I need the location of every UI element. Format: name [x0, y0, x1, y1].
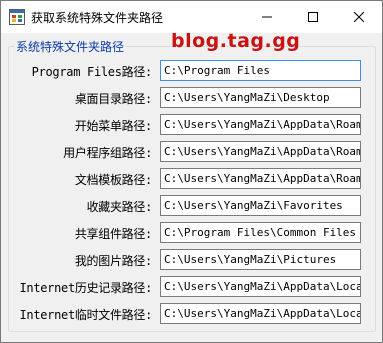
maximize-button[interactable] — [290, 1, 336, 33]
start-menu-path-field[interactable]: C:\Users\YangMaZi\AppData\Roaming — [160, 114, 361, 135]
templates-path-field[interactable]: C:\Users\YangMaZi\AppData\Roaming — [160, 168, 361, 189]
label-common-files: 共享组件路径: — [74, 227, 152, 241]
maximize-icon — [308, 12, 318, 22]
main-window: 获取系统特殊文件夹路径 系统特殊文件夹路径 blog.tag.gg Progra… — [0, 0, 383, 343]
title-bar[interactable]: 获取系统特殊文件夹路径 — [1, 1, 382, 33]
minimize-button[interactable] — [244, 1, 290, 33]
label-start-menu: 开始菜单路径: — [74, 119, 152, 133]
window-title: 获取系统特殊文件夹路径 — [31, 11, 164, 25]
watermark-text: blog.tag.gg — [171, 30, 301, 52]
close-icon — [354, 12, 364, 22]
label-internet-history: Internet历史记录路径: — [19, 281, 152, 295]
label-program-files: Program Files路径: — [31, 65, 153, 79]
programs-path-field[interactable]: C:\Users\YangMaZi\AppData\Roaming — [160, 141, 361, 162]
label-favorites: 收藏夹路径: — [86, 200, 153, 214]
internet-history-path-field[interactable]: C:\Users\YangMaZi\AppData\Local\M — [160, 276, 361, 297]
program-files-path-field[interactable]: C:\Program Files — [160, 60, 361, 81]
label-templates: 文档模板路径: — [74, 173, 152, 187]
label-desktop: 桌面目录路径: — [74, 92, 152, 106]
groupbox-title: 系统特殊文件夹路径 — [14, 38, 127, 55]
my-pictures-path-field[interactable]: C:\Users\YangMaZi\Pictures — [160, 249, 361, 270]
label-programs: 用户程序组路径: — [63, 146, 152, 160]
desktop-path-field[interactable]: C:\Users\YangMaZi\Desktop — [160, 87, 361, 108]
label-internet-cache: Internet临时文件路径: — [19, 308, 152, 322]
internet-cache-path-field[interactable]: C:\Users\YangMaZi\AppData\Local\M — [160, 303, 361, 324]
label-my-pictures: 我的图片路径: — [74, 254, 152, 268]
app-window-icon — [9, 9, 25, 25]
close-button[interactable] — [336, 1, 382, 33]
favorites-path-field[interactable]: C:\Users\YangMaZi\Favorites — [160, 195, 361, 216]
common-files-path-field[interactable]: C:\Program Files\Common Files — [160, 222, 361, 243]
minimize-icon — [262, 16, 272, 18]
